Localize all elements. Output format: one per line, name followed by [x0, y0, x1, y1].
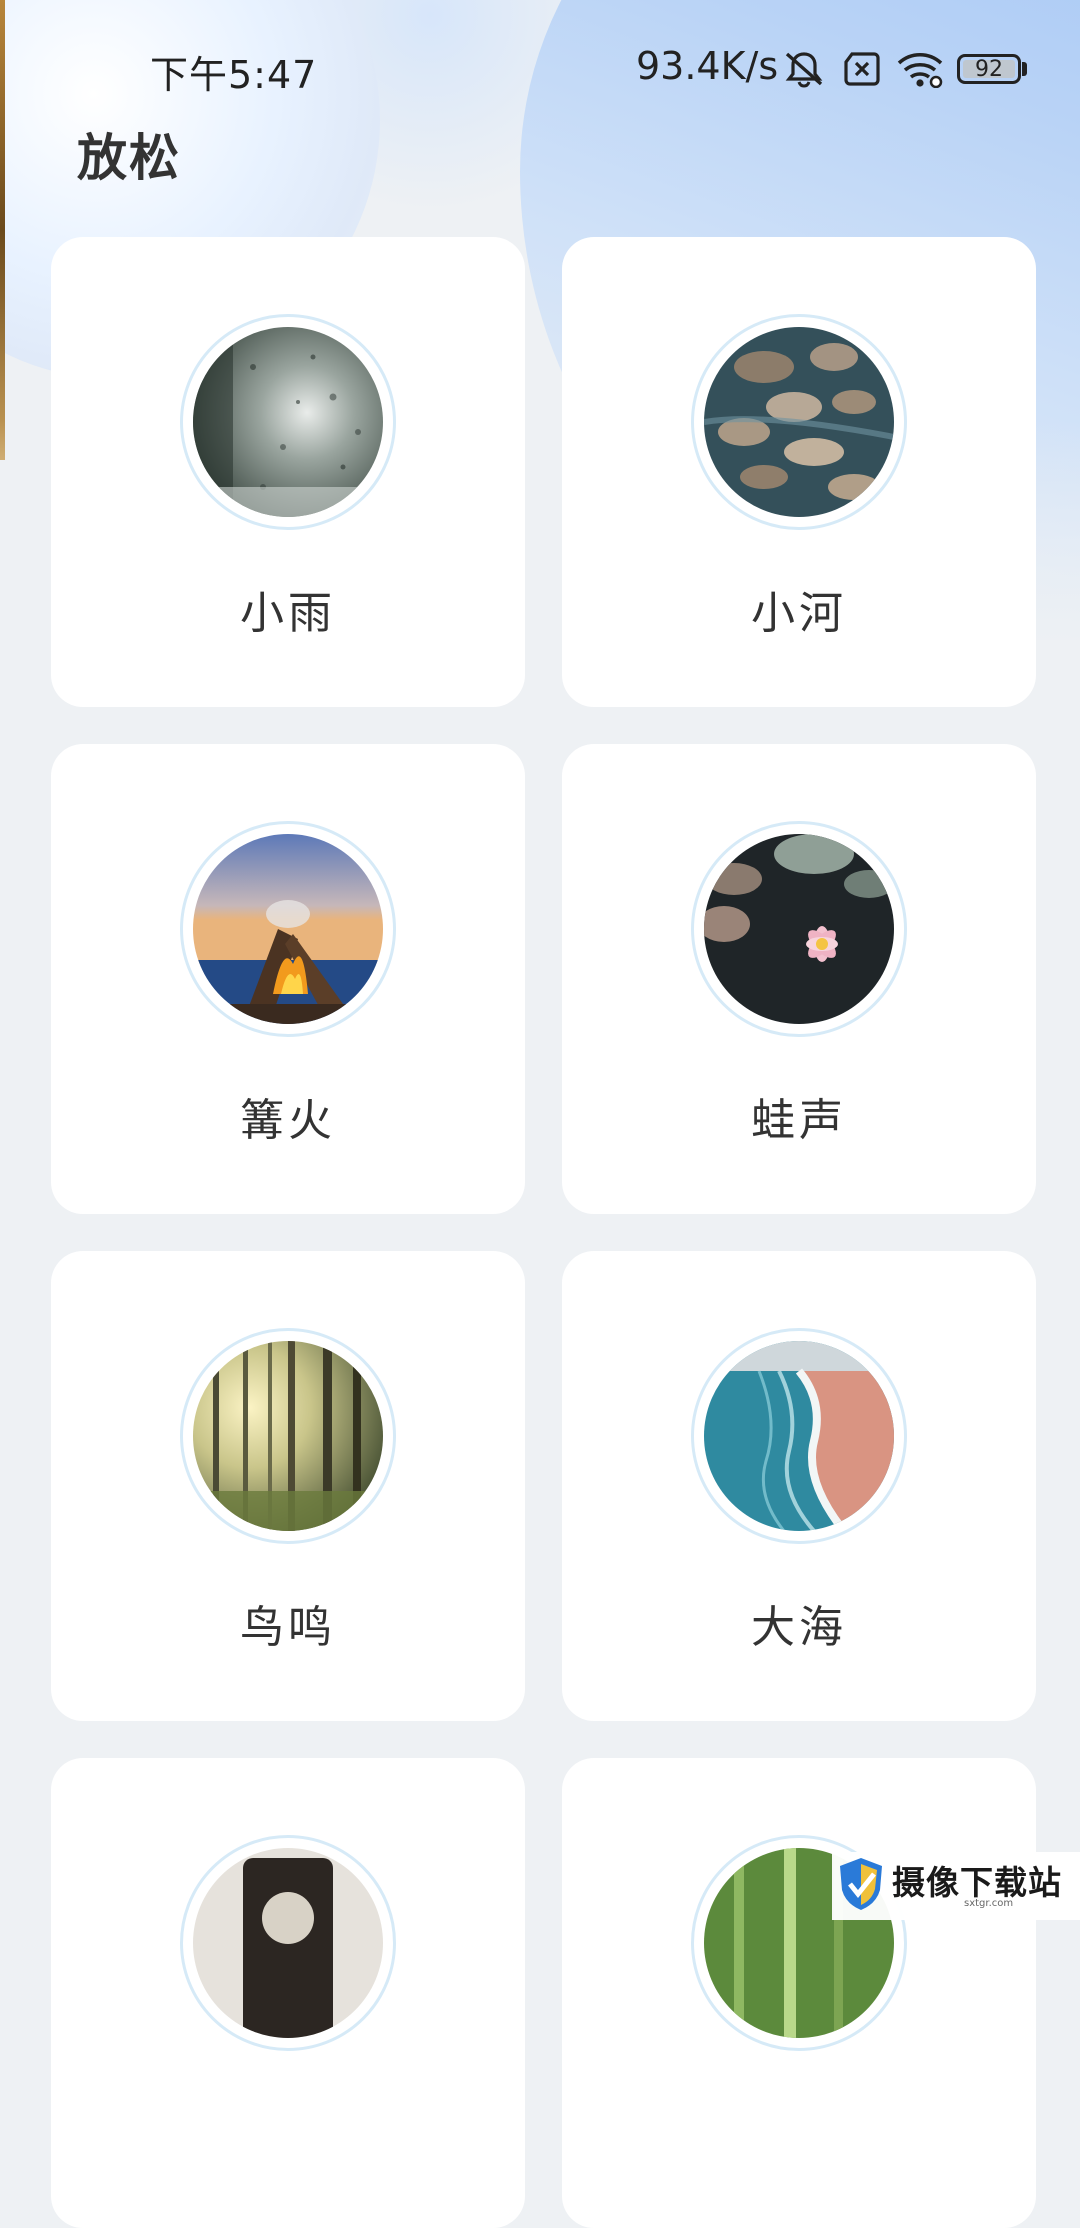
forest-image — [193, 1341, 383, 1531]
lotus-pond-image — [704, 834, 894, 1024]
campfire-image — [193, 834, 383, 1024]
battery-icon: 92 — [957, 54, 1021, 84]
sound-label: 小河 — [751, 588, 847, 639]
sound-card-rain[interactable]: 小雨 — [51, 237, 525, 707]
status-time: 下午5:47 — [150, 53, 318, 97]
ocean-beach-image — [704, 1341, 894, 1531]
watermark-text: 摄像下载站 — [892, 1863, 1062, 1902]
sound-thumbnail — [691, 314, 907, 530]
shield-logo-icon — [840, 1858, 882, 1910]
clock-image — [193, 1848, 383, 2038]
river-rocks-image — [704, 327, 894, 517]
sound-thumbnail — [180, 1835, 396, 2051]
sound-thumbnail — [180, 821, 396, 1037]
sound-card-clock[interactable] — [51, 1758, 525, 2228]
sound-thumbnail — [691, 821, 907, 1037]
page-title: 放松 — [77, 129, 181, 187]
muted-bell-icon — [785, 52, 823, 88]
sound-card-bamboo[interactable] — [562, 1758, 1036, 2228]
wifi-icon — [897, 52, 943, 88]
sound-thumbnail — [691, 1328, 907, 1544]
no-sim-icon — [844, 52, 880, 86]
sound-label: 大海 — [751, 1602, 847, 1653]
sound-thumbnail — [180, 314, 396, 530]
battery-level: 92 — [975, 57, 1003, 82]
watermark: 摄像下载站 sxtgr.com — [832, 1852, 1080, 1920]
sound-label: 小雨 — [240, 588, 336, 639]
sound-thumbnail — [180, 1328, 396, 1544]
battery-tip — [1022, 62, 1027, 76]
watermark-sub: sxtgr.com — [964, 1898, 1014, 1909]
rain-window-image — [193, 327, 383, 517]
sound-card-frogs[interactable]: 蛙声 — [562, 744, 1036, 1214]
sound-card-ocean[interactable]: 大海 — [562, 1251, 1036, 1721]
sound-label: 篝火 — [240, 1095, 336, 1146]
sound-label: 蛙声 — [751, 1095, 847, 1146]
sound-label: 鸟鸣 — [240, 1602, 336, 1653]
sound-card-river[interactable]: 小河 — [562, 237, 1036, 707]
network-speed: 93.4K/s — [636, 44, 779, 88]
sound-card-campfire[interactable]: 篝火 — [51, 744, 525, 1214]
sound-card-birds[interactable]: 鸟鸣 — [51, 1251, 525, 1721]
